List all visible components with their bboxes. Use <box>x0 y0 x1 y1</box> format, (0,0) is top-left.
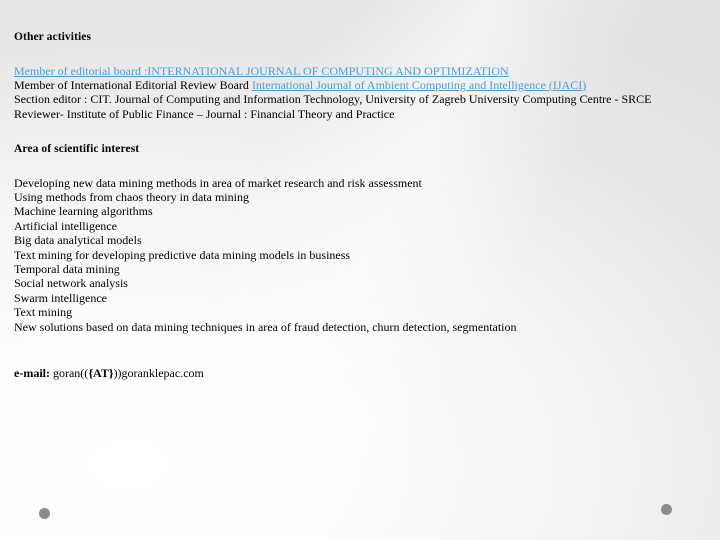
interest-item: New solutions based on data mining techn… <box>14 319 517 334</box>
other-activities-entry-4: Reviewer- Institute of Public Finance – … <box>14 107 708 121</box>
entry-2-prefix-text: Member of International Editorial Review… <box>14 77 252 92</box>
interest-item: Swarm intelligence <box>14 290 107 305</box>
slide-canvas: Other activities Member of editorial boa… <box>0 0 720 540</box>
editorial-board-ijco-link[interactable]: Member of editorial board :INTERNATIONAL… <box>14 64 509 78</box>
decorative-dot-left <box>32 501 57 526</box>
area-of-interest-heading: Area of scientific interest <box>14 143 140 156</box>
interest-item: Developing new data mining methods in ar… <box>14 175 422 190</box>
decorative-dot-right <box>654 497 679 522</box>
email-label: e-mail: <box>14 366 50 381</box>
interest-item: Temporal data mining <box>14 262 120 277</box>
interest-item: Machine learning algorithms <box>14 204 153 219</box>
interest-item: Using methods from chaos theory in data … <box>14 190 249 205</box>
email-value-before: goran(( <box>49 366 89 381</box>
entry-4-text: Reviewer- Institute of Public Finance – … <box>14 106 395 121</box>
ijaci-journal-link[interactable]: International Journal of Ambient Computi… <box>252 78 586 92</box>
interest-item: Artificial intelligence <box>14 218 117 233</box>
other-activities-heading: Other activities <box>14 31 92 43</box>
entry-3-text: Section editor : CIT. Journal of Computi… <box>14 92 652 107</box>
other-activities-entry-3: Section editor : CIT. Journal of Computi… <box>14 92 708 106</box>
slide-content: Other activities Member of editorial boa… <box>14 30 708 381</box>
other-activities-entry-1: Member of editorial board :INTERNATIONAL… <box>14 64 708 78</box>
other-activities-entry-2: Member of International Editorial Review… <box>14 78 708 92</box>
interest-item: Text mining <box>14 305 73 320</box>
email-line: e-mail: goran(({AT}))goranklepac.com <box>14 366 708 380</box>
email-value-after: ))goranklepac.com <box>113 366 204 381</box>
interest-item: Social network analysis <box>14 276 128 291</box>
interest-item: Big data analytical models <box>14 233 142 248</box>
interest-item: Text mining for developing predictive da… <box>14 247 351 262</box>
email-at-token: {AT} <box>88 366 114 381</box>
